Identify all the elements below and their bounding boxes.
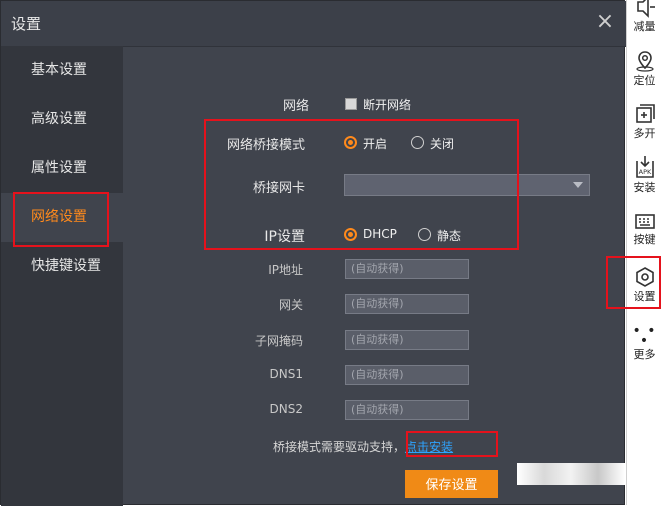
- multi-open-icon: [635, 104, 655, 123]
- right-toolbar: 减量 定位 多开 APK 安装 按键 设置 • • • 更多: [626, 0, 661, 505]
- install-driver-link[interactable]: 点击安装: [405, 440, 453, 454]
- bridge-mode-off-label: 关闭: [430, 137, 455, 151]
- bridge-mode-on-label: 开启: [363, 137, 388, 151]
- dialog-title: 设置: [11, 15, 42, 33]
- rightbar-label-settings: 设置: [633, 290, 656, 303]
- gear-icon: [635, 267, 654, 287]
- bridge-nic-select[interactable]: [344, 174, 590, 196]
- bridge-mode-off-radio[interactable]: [411, 136, 424, 149]
- rightbar-item-volume-down[interactable]: 减量: [627, 0, 661, 34]
- subnet-mask-field[interactable]: (自动获得): [345, 330, 469, 350]
- volume-down-icon: [636, 0, 655, 18]
- rightbar-item-settings[interactable]: 设置: [627, 266, 661, 304]
- bridge-mode-label: 网络桥接模式: [226, 138, 305, 153]
- rightbar-label-keyboard: 按键: [633, 233, 656, 246]
- rightbar-item-multi-open[interactable]: 多开: [627, 103, 661, 141]
- nav-item-shortcuts[interactable]: 快捷键设置: [1, 242, 123, 291]
- svg-text:APK: APK: [638, 168, 651, 176]
- settings-nav: 基本设置 高级设置 属性设置 网络设置 快捷键设置: [1, 46, 123, 506]
- gateway-field[interactable]: (自动获得): [345, 294, 469, 314]
- bridge-nic-label: 桥接网卡: [252, 181, 305, 196]
- rightbar-label-location: 定位: [633, 74, 656, 87]
- rightbar-item-keyboard[interactable]: 按键: [627, 213, 661, 247]
- gateway-label: 网关: [278, 298, 303, 312]
- dns1-field[interactable]: (自动获得): [345, 365, 469, 385]
- rightbar-item-location[interactable]: 定位: [627, 50, 661, 88]
- dns1-label: DNS1: [269, 367, 303, 381]
- ip-address-field[interactable]: (自动获得): [345, 259, 469, 279]
- network-settings-panel: 网络 断开网络 网络桥接模式 开启 关闭 桥接网卡 IP设置 DHCP 静态 I…: [123, 46, 626, 506]
- ip-dhcp-label: DHCP: [363, 227, 397, 241]
- apk-install-icon: APK: [635, 156, 654, 178]
- rightbar-label-volume-down: 减量: [633, 20, 656, 33]
- nav-item-properties[interactable]: 属性设置: [1, 144, 123, 193]
- save-button[interactable]: 保存设置: [405, 470, 498, 498]
- disconnect-network-checkbox[interactable]: [345, 98, 357, 110]
- ip-setting-label: IP设置: [264, 229, 305, 245]
- driver-hint: 桥接模式需要驱动支持，点击安装: [273, 438, 453, 455]
- network-label: 网络: [282, 99, 309, 114]
- bridge-mode-on-radio[interactable]: [344, 136, 357, 149]
- subnet-mask-label: 子网掩码: [254, 334, 303, 348]
- dns2-field[interactable]: (自动获得): [345, 400, 469, 420]
- chevron-down-icon: [573, 182, 583, 188]
- disconnect-network-label: 断开网络: [363, 98, 412, 112]
- ip-static-radio[interactable]: [418, 228, 431, 241]
- more-icon: • • •: [632, 323, 657, 349]
- ip-address-label: IP地址: [268, 263, 303, 277]
- blurred-region: [517, 463, 625, 485]
- nav-item-basic[interactable]: 基本设置: [1, 46, 123, 95]
- rightbar-item-more[interactable]: • • • 更多: [627, 323, 661, 362]
- driver-hint-text: 桥接模式需要驱动支持: [273, 440, 394, 454]
- title-bar: 设置 ×: [1, 1, 626, 47]
- rightbar-label-apk-install: 安装: [633, 181, 656, 194]
- nav-item-advanced[interactable]: 高级设置: [1, 95, 123, 144]
- settings-dialog: 设置 × 基本设置 高级设置 属性设置 网络设置 快捷键设置 网络 断开网络 网…: [0, 0, 626, 506]
- close-icon[interactable]: ×: [595, 10, 615, 34]
- driver-hint-separator: ，: [393, 440, 406, 454]
- rightbar-label-more: 更多: [633, 348, 656, 361]
- rightbar-item-apk-install[interactable]: APK 安装: [627, 155, 661, 195]
- ip-static-label: 静态: [437, 229, 462, 243]
- nav-item-network[interactable]: 网络设置: [1, 193, 123, 242]
- keyboard-icon: [634, 214, 655, 229]
- rightbar-label-multi-open: 多开: [633, 127, 656, 140]
- ip-dhcp-radio[interactable]: [344, 228, 357, 241]
- location-icon: [635, 51, 654, 72]
- dns2-label: DNS2: [269, 402, 303, 416]
